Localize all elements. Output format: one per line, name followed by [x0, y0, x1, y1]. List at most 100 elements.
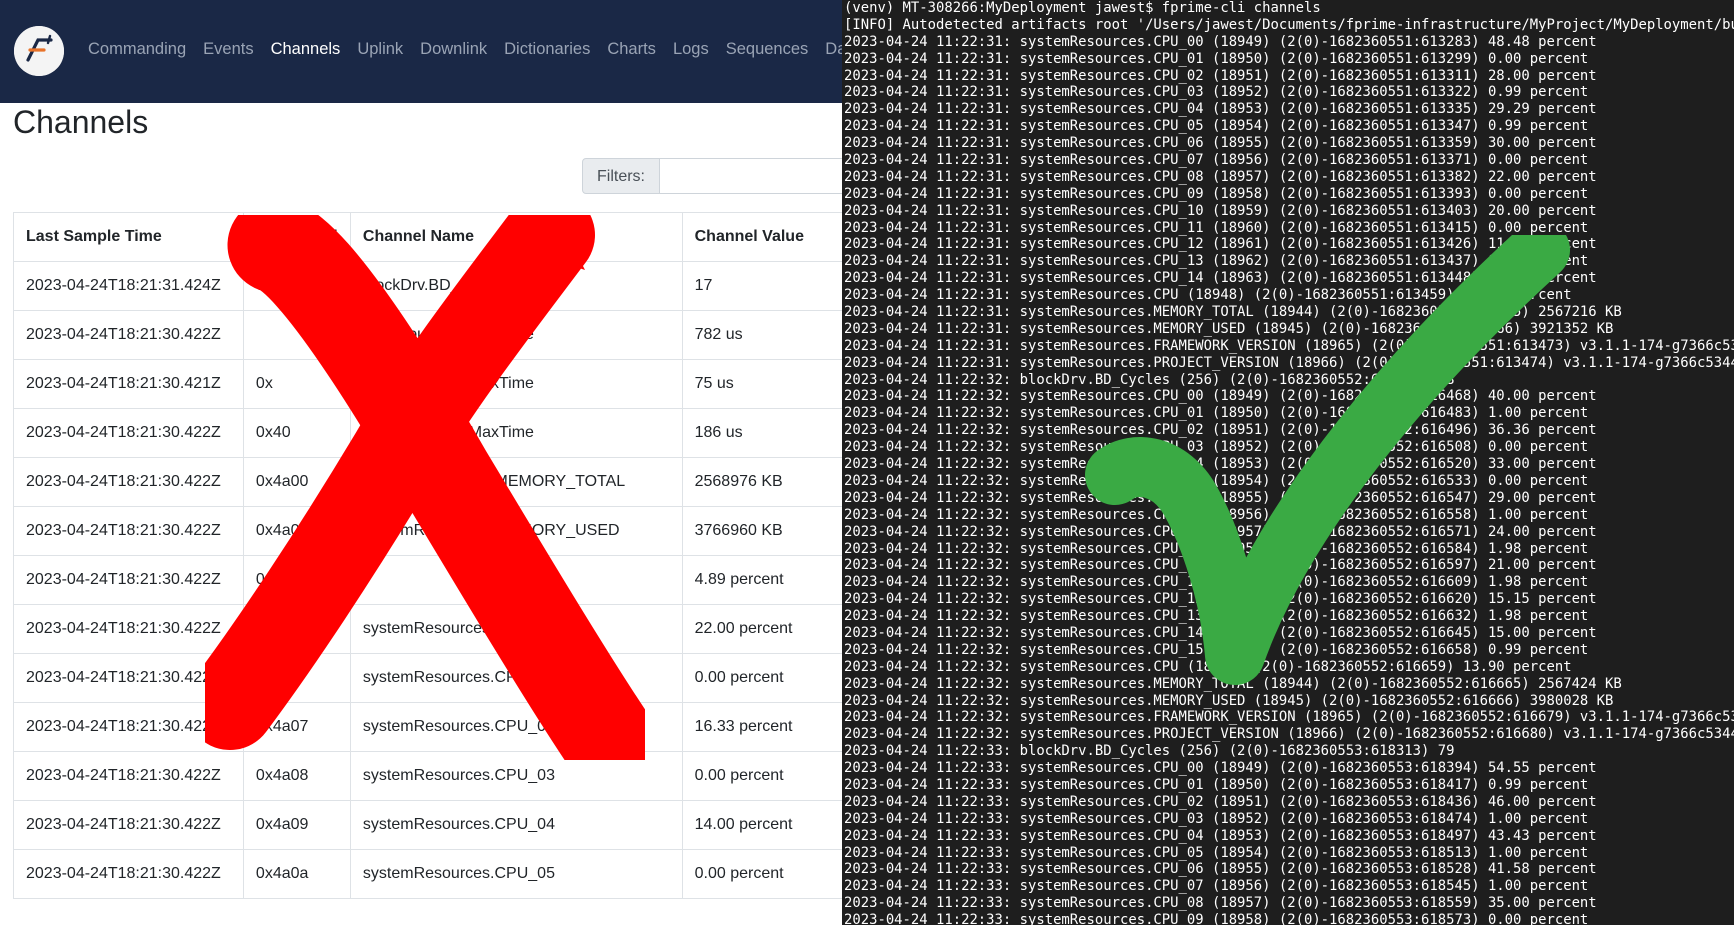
terminal-line: 2023-04-24 11:22:33: systemResources.CPU… — [844, 810, 1589, 827]
terminal-line: 2023-04-24 11:22:32: systemResources.CPU… — [844, 591, 1597, 608]
terminal-line: 2023-04-24 11:22:31: systemResources.CPU… — [844, 202, 1597, 219]
table-row[interactable]: 2023-04-24T18:21:30.422Z systemResources.… — [13, 653, 842, 703]
nav-item-charts[interactable]: Charts — [607, 40, 656, 59]
terminal-line: 2023-04-24 11:22:32: systemResources.CPU… — [844, 422, 1597, 439]
terminal-line: 2023-04-24 11:22:31: systemResources.PRO… — [844, 354, 1734, 371]
table-row[interactable]: 2023-04-24T18:21:30.422Z 0x40 rateGroup3.R… — [13, 408, 842, 458]
terminal-line: 2023-04-24 11:22:33: systemResources.CPU… — [844, 776, 1589, 793]
terminal-line: 2023-04-24 11:22:31: systemResources.FRA… — [844, 337, 1734, 354]
terminal-line: 2023-04-24 11:22:32: systemResources.FRA… — [844, 709, 1734, 726]
table-row[interactable]: 2023-04-24T18:21:30.422Z 0x4a01 systemReso… — [13, 506, 842, 556]
terminal-line: 2023-04-24 11:22:32: systemResources.CPU… — [844, 557, 1597, 574]
table-row[interactable]: 2023-04-24T18:21:30.422Z rateGroup1.RgMax… — [13, 310, 842, 360]
table-row[interactable]: 2023-04-24T18:21:30.422Z 0 4.89 percent — [13, 555, 842, 605]
nav-item-commanding[interactable]: Commanding — [88, 40, 186, 59]
header-last-sample-time[interactable]: Last Sample Time — [13, 212, 244, 262]
table-body: 2023-04-24T18:21:31.424Z 0x100 blockDrv.BD… — [13, 261, 842, 899]
terminal-line: 2023-04-24 11:22:31: systemResources.CPU… — [844, 287, 1572, 304]
nav-item-dictionaries[interactable]: Dictionaries — [504, 40, 590, 59]
terminal-line: 2023-04-24 11:22:31: systemResources.CPU… — [844, 101, 1597, 118]
cell-channel-value: 0.00 percent — [681, 751, 842, 801]
terminal-line: 2023-04-24 11:22:32: systemResources.CPU… — [844, 506, 1589, 523]
fprime-logo-icon — [14, 26, 64, 76]
terminal-line: 2023-04-24 11:22:32: systemResources.CPU… — [844, 405, 1589, 422]
table-row[interactable]: 2023-04-24T18:21:31.424Z 0x100 blockDrv.BD… — [13, 261, 842, 311]
cell-channel-name: rateGroup3.RgMaxTime — [349, 408, 683, 458]
terminal-line: 2023-04-24 11:22:33: systemResources.CPU… — [844, 760, 1597, 777]
cell-channel-name: blockDrv.BD_Cycles — [349, 261, 683, 311]
table-header-row: Last Sample Time Channel Id Channel Name… — [13, 212, 842, 262]
nav-item-uplink[interactable]: Uplink — [357, 40, 403, 59]
table-row[interactable]: 2023-04-24T18:21:30.422Z systemResources.… — [13, 604, 842, 654]
terminal-line: 2023-04-24 11:22:31: systemResources.CPU… — [844, 118, 1589, 135]
table-row[interactable]: 2023-04-24T18:21:30.422Z 0x4a00 systemReso… — [13, 457, 842, 507]
terminal-line: 2023-04-24 11:22:33: systemResources.CPU… — [844, 878, 1589, 895]
cell-channel-name: systemResources.CPU_05 — [349, 849, 683, 899]
cell-channel-value: 22.00 percent — [681, 604, 842, 654]
cell-channel-id: 0 — [242, 555, 351, 605]
cell-channel-id — [242, 653, 351, 703]
terminal-panel[interactable]: (venv) MT-308266:MyDeployment jawest$ fp… — [842, 0, 1734, 925]
cell-channel-value: 3766960 KB — [681, 506, 842, 556]
terminal-line: 2023-04-24 11:22:32: systemResources.MEM… — [844, 692, 1614, 709]
table-row[interactable]: 2023-04-24T18:21:30.422Z 0x4a07 systemReso… — [13, 702, 842, 752]
terminal-line: 2023-04-24 11:22:31: systemResources.CPU… — [844, 50, 1589, 67]
terminal-line: 2023-04-24 11:22:33: systemResources.CPU… — [844, 861, 1597, 878]
nav-item-sequences[interactable]: Sequences — [726, 40, 809, 59]
nav-item-channels[interactable]: Channels — [271, 40, 341, 59]
cell-last-sample-time: 2023-04-24T18:21:30.422Z — [13, 408, 244, 458]
table-row[interactable]: 2023-04-24T18:21:30.422Z 0x4a0a systemReso… — [13, 849, 842, 899]
nav-item-logs[interactable]: Logs — [673, 40, 709, 59]
cell-channel-value: 0.00 percent — [681, 849, 842, 899]
channels-table: Last Sample Time Channel Id Channel Name… — [13, 212, 842, 899]
cell-channel-value: 16.33 percent — [681, 702, 842, 752]
terminal-line: 2023-04-24 11:22:31: systemResources.CPU… — [844, 185, 1589, 202]
terminal-line: 2023-04-24 11:22:32: systemResources.CPU… — [844, 608, 1589, 625]
filters-input[interactable] — [660, 158, 842, 194]
fprime-logo[interactable] — [14, 26, 64, 76]
cell-last-sample-time: 2023-04-24T18:21:30.422Z — [13, 800, 244, 850]
terminal-line: 2023-04-24 11:22:31: systemResources.CPU… — [844, 84, 1589, 101]
terminal-line: 2023-04-24 11:22:32: systemResources.CPU… — [844, 540, 1589, 557]
terminal-line: 2023-04-24 11:22:32: systemResources.CPU… — [844, 439, 1589, 456]
terminal-line: 2023-04-24 11:22:33: systemResources.CPU… — [844, 912, 1589, 925]
terminal-line: 2023-04-24 11:22:32: systemResources.CPU… — [844, 523, 1597, 540]
nav-item-downlink[interactable]: Downlink — [420, 40, 487, 59]
terminal-line: 2023-04-24 11:22:33: blockDrv.BD_Cycles … — [844, 743, 1455, 760]
cell-last-sample-time: 2023-04-24T18:21:30.422Z — [13, 506, 244, 556]
table-row[interactable]: 2023-04-24T18:21:30.422Z 0x4a09 systemReso… — [13, 800, 842, 850]
terminal-line: 2023-04-24 11:22:32: systemResources.CPU… — [844, 388, 1597, 405]
cell-channel-name: systemResources.MEMORY_TOTAL — [349, 457, 683, 507]
terminal-line: (venv) MT-308266:MyDeployment jawest$ fp… — [844, 0, 1321, 16]
navbar: Commanding Events Channels Uplink Downlink Di… — [0, 0, 842, 103]
cell-channel-name: systemResources.CPU_01 — [349, 653, 683, 703]
cell-channel-name: rateGroup2.RgMaxTime — [349, 359, 683, 409]
cell-channel-value: 75 us — [681, 359, 842, 409]
cell-channel-name — [349, 555, 683, 605]
terminal-line: 2023-04-24 11:22:32: blockDrv.BD_Cycles … — [844, 371, 1455, 388]
cell-channel-id: 0x4a01 — [242, 506, 351, 556]
header-channel-value[interactable]: Channel Value — [681, 212, 842, 262]
cell-channel-id: 0x — [242, 359, 351, 409]
cell-channel-value: 2568976 KB — [681, 457, 842, 507]
nav-item-dash[interactable]: Dash — [825, 40, 842, 59]
terminal-line: 2023-04-24 11:22:31: systemResources.CPU… — [844, 168, 1597, 185]
terminal-line: 2023-04-24 11:22:31: systemResources.CPU… — [844, 67, 1597, 84]
terminal-line: 2023-04-24 11:22:31: systemResources.CPU… — [844, 236, 1597, 253]
terminal-line: 2023-04-24 11:22:33: systemResources.CPU… — [844, 844, 1589, 861]
cell-channel-value: 186 us — [681, 408, 842, 458]
cell-last-sample-time: 2023-04-24T18:21:30.422Z — [13, 555, 244, 605]
terminal-line: 2023-04-24 11:22:32: systemResources.CPU… — [844, 641, 1589, 658]
cell-last-sample-time: 2023-04-24T18:21:30.422Z — [13, 604, 244, 654]
cell-channel-id: 0x4a08 — [242, 751, 351, 801]
nav-item-events[interactable]: Events — [203, 40, 253, 59]
cell-channel-name: systemResources.CPU_02 — [349, 702, 683, 752]
header-channel-name[interactable]: Channel Name — [349, 212, 683, 262]
table-row[interactable]: 2023-04-24T18:21:30.421Z 0x rateGroup2.RgM… — [13, 359, 842, 409]
cell-last-sample-time: 2023-04-24T18:21:30.422Z — [13, 310, 244, 360]
header-channel-id[interactable]: Channel Id — [242, 212, 351, 262]
terminal-line: [INFO] Autodetected artifacts root '/Use… — [844, 16, 1734, 33]
cell-last-sample-time: 2023-04-24T18:21:30.422Z — [13, 457, 244, 507]
table-row[interactable]: 2023-04-24T18:21:30.422Z 0x4a08 systemReso… — [13, 751, 842, 801]
cell-channel-value: 14.00 percent — [681, 800, 842, 850]
